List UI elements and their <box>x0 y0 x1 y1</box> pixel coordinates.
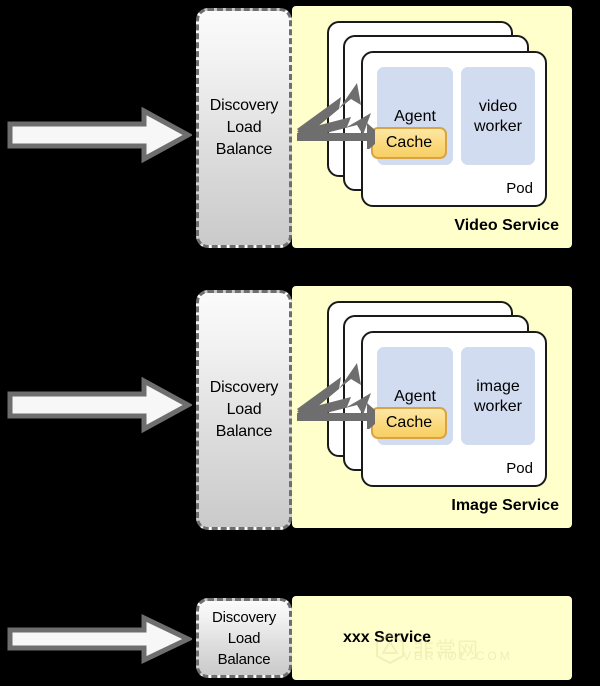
cache-box-agent[interactable]: Cache <box>371 127 447 159</box>
fanout-arrows-video <box>295 81 375 149</box>
container-agent-label: Agent <box>394 108 436 125</box>
container-image-worker[interactable]: image worker <box>461 347 535 445</box>
service-title-image: Image Service <box>451 497 559 514</box>
pod-label: Pod <box>506 180 533 197</box>
inbound-arrow-video <box>6 106 192 164</box>
discovery-label: Discovery Load Balance <box>209 379 279 440</box>
discovery-label: Discovery Load Balance <box>211 608 277 668</box>
service-region-xxx[interactable]: xxx Service 非常网 VERYOL.COM <box>292 596 572 680</box>
container-video-worker[interactable]: video worker <box>461 67 535 165</box>
inbound-arrow-image <box>6 376 192 434</box>
diagram-canvas: Discovery Load Balance Agent Cache video… <box>0 0 600 686</box>
pod-replica-front[interactable]: Agent Cache image worker Pod <box>361 331 547 487</box>
container-agent-label: Agent <box>394 388 436 405</box>
discovery-label: Discovery Load Balance <box>209 97 279 158</box>
discovery-load-balance-image[interactable]: Discovery Load Balance <box>196 290 292 530</box>
watermark-latin: VERYOL.COM <box>403 649 513 663</box>
container-image-worker-label: image worker <box>473 378 522 415</box>
pod-replica-front[interactable]: Agent Cache video worker Pod <box>361 51 547 207</box>
cache-box-agent[interactable]: Cache <box>371 407 447 439</box>
pod-label: Pod <box>506 460 533 477</box>
inbound-arrow-xxx <box>6 610 192 668</box>
fanout-arrows-image <box>295 361 375 429</box>
service-title-video: Video Service <box>454 217 559 234</box>
service-title-xxx: xxx Service <box>343 629 432 646</box>
service-region-image[interactable]: Agent Cache image worker Pod Image Servi… <box>292 286 572 528</box>
container-video-worker-label: video worker <box>473 98 522 135</box>
service-region-video[interactable]: Agent Cache video worker Pod Video Servi… <box>292 6 572 248</box>
discovery-load-balance-xxx[interactable]: Discovery Load Balance <box>196 598 292 678</box>
discovery-load-balance-video[interactable]: Discovery Load Balance <box>196 8 292 248</box>
